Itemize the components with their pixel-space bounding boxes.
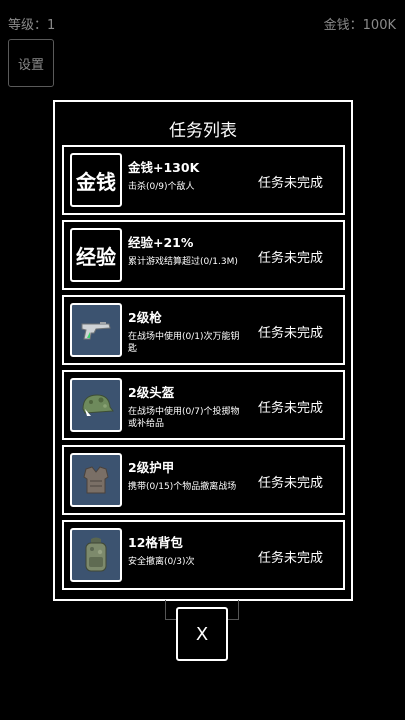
task-name: 12格背包 [128,535,183,550]
task-item[interactable]: 经验 经验+21% 累计游戏结算超过(0/1.3M) 任务未完成 [62,220,345,290]
task-name: 金钱+130K [128,160,200,175]
task-item[interactable]: 2级头盔 在战场中使用(0/7)个投掷物或补给品 任务未完成 [62,370,345,440]
task-status: 任务未完成 [258,476,324,491]
task-item[interactable]: 2级护甲 携带(0/15)个物品撤离战场 任务未完成 [62,445,345,515]
task-description: 在战场中使用(0/1)次万能钥匙 [128,332,240,354]
money-text: 金钱：100K [323,18,396,33]
armor-icon [70,453,122,507]
task-item[interactable]: 金钱 金钱+130K 击杀(0/9)个敌人 任务未完成 [62,145,345,215]
task-description: 安全撤离(0/3)次 [128,557,195,567]
task-name: 2级枪 [128,310,162,325]
task-description: 携带(0/15)个物品撤离战场 [128,482,237,492]
money-text-icon: 金钱 [70,153,122,207]
task-status: 任务未完成 [258,551,324,566]
task-description: 累计游戏结算超过(0/1.3M) [128,257,238,267]
task-description: 击杀(0/9)个敌人 [128,182,195,192]
exp-text-icon: 经验 [70,228,122,282]
settings-button[interactable]: 设置 [8,39,54,87]
task-item[interactable]: 12格背包 安全撤离(0/3)次 任务未完成 [62,520,345,590]
dialog-title: 任务列表 [169,121,237,141]
task-name: 2级头盔 [128,385,175,400]
backpack-icon [70,528,122,582]
task-description: 在战场中使用(0/7)个投掷物或补给品 [128,407,240,429]
level-text: 等级：1 [8,18,56,33]
task-list-dialog: 任务列表 金钱 金钱+130K 击杀(0/9)个敌人 任务未完成 经验 经验+2… [53,100,353,601]
task-status: 任务未完成 [258,176,324,191]
pistol-icon [70,303,122,357]
task-status: 任务未完成 [258,251,324,266]
task-name: 2级护甲 [128,460,175,475]
task-status: 任务未完成 [258,326,324,341]
helmet-icon [70,378,122,432]
task-name: 经验+21% [128,235,194,250]
close-button[interactable]: X [176,607,228,661]
task-status: 任务未完成 [258,401,324,416]
task-item[interactable]: 2级枪 在战场中使用(0/1)次万能钥匙 任务未完成 [62,295,345,365]
